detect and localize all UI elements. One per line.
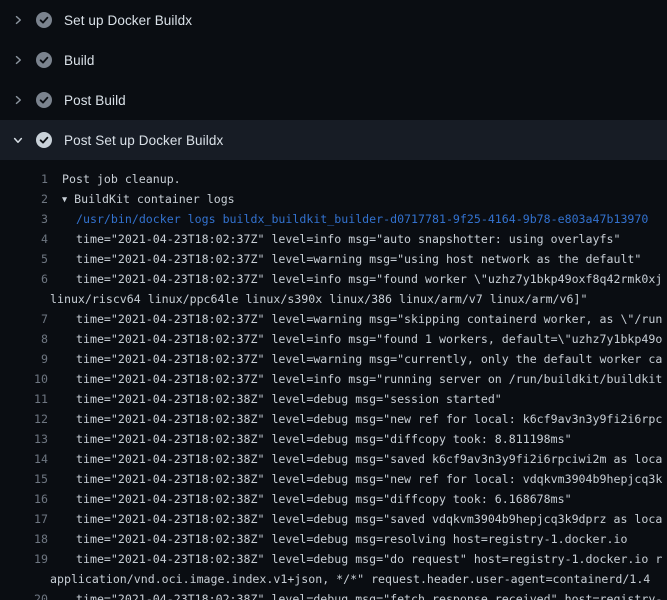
log-line: 12time="2021-04-23T18:02:38Z" level=debu… bbox=[0, 409, 667, 429]
log-text: time="2021-04-23T18:02:38Z" level=debug … bbox=[48, 392, 502, 406]
group-title-text: BuildKit container logs bbox=[74, 192, 235, 206]
log-text: time="2021-04-23T18:02:37Z" level=info m… bbox=[48, 272, 662, 286]
log-text: time="2021-04-23T18:02:37Z" level=warnin… bbox=[48, 352, 662, 366]
line-number[interactable]: 19 bbox=[0, 552, 48, 566]
step-label: Post Build bbox=[64, 93, 126, 108]
step-header-set-up-docker-buildx[interactable]: Set up Docker Buildx bbox=[0, 0, 667, 40]
log-text: time="2021-04-23T18:02:38Z" level=debug … bbox=[48, 512, 662, 526]
log-text: time="2021-04-23T18:02:37Z" level=warnin… bbox=[48, 252, 641, 266]
line-number[interactable]: 12 bbox=[0, 412, 48, 426]
line-number[interactable]: 2 bbox=[0, 192, 48, 206]
line-number[interactable]: 7 bbox=[0, 312, 48, 326]
log-text[interactable]: ▼ BuildKit container logs bbox=[48, 192, 235, 206]
workflow-log-viewer: Set up Docker Buildx Build Post Build Post … bbox=[0, 0, 667, 600]
log-line: 16time="2021-04-23T18:02:38Z" level=debu… bbox=[0, 489, 667, 509]
log-text: time="2021-04-23T18:02:38Z" level=debug … bbox=[48, 552, 662, 566]
step-label: Post Set up Docker Buildx bbox=[64, 133, 223, 148]
log-line: 14time="2021-04-23T18:02:38Z" level=debu… bbox=[0, 449, 667, 469]
line-number[interactable]: 4 bbox=[0, 232, 48, 246]
log-text: Post job cleanup. bbox=[48, 172, 181, 186]
line-number[interactable]: 5 bbox=[0, 252, 48, 266]
step-list: Set up Docker Buildx Build Post Build Post … bbox=[0, 0, 667, 160]
check-circle-icon bbox=[36, 132, 52, 148]
log-text: time="2021-04-23T18:02:38Z" level=debug … bbox=[48, 412, 662, 426]
line-number[interactable]: 11 bbox=[0, 392, 48, 406]
log-text: time="2021-04-23T18:02:37Z" level=info m… bbox=[48, 332, 662, 346]
check-circle-icon bbox=[36, 12, 52, 28]
line-number[interactable]: 18 bbox=[0, 532, 48, 546]
line-number[interactable]: 13 bbox=[0, 432, 48, 446]
log-command-text: /usr/bin/docker logs buildx_buildkit_bui… bbox=[48, 212, 648, 226]
step-header-build[interactable]: Build bbox=[0, 40, 667, 80]
log-line-wrap: application/vnd.oci.image.index.v1+json,… bbox=[0, 569, 667, 589]
log-text: time="2021-04-23T18:02:38Z" level=debug … bbox=[48, 532, 627, 546]
log-line: 1Post job cleanup. bbox=[0, 169, 667, 189]
log-line: 9time="2021-04-23T18:02:37Z" level=warni… bbox=[0, 349, 667, 369]
log-line: 4time="2021-04-23T18:02:37Z" level=info … bbox=[0, 229, 667, 249]
line-number[interactable]: 14 bbox=[0, 452, 48, 466]
line-number[interactable]: 16 bbox=[0, 492, 48, 506]
log-text: linux/riscv64 linux/ppc64le linux/s390x … bbox=[48, 292, 587, 306]
chevron-right-icon bbox=[12, 54, 24, 66]
chevron-down-icon bbox=[12, 134, 24, 146]
log-line: 20time="2021-04-23T18:02:38Z" level=debu… bbox=[0, 589, 667, 600]
log-line: 19time="2021-04-23T18:02:38Z" level=debu… bbox=[0, 549, 667, 569]
log-text: time="2021-04-23T18:02:38Z" level=debug … bbox=[48, 452, 662, 466]
log-line-wrap: linux/riscv64 linux/ppc64le linux/s390x … bbox=[0, 289, 667, 309]
log-text: time="2021-04-23T18:02:38Z" level=debug … bbox=[48, 592, 662, 600]
group-title: BuildKit container logs bbox=[67, 192, 235, 206]
chevron-right-icon bbox=[12, 94, 24, 106]
log-text: application/vnd.oci.image.index.v1+json,… bbox=[48, 572, 650, 586]
log-text: time="2021-04-23T18:02:38Z" level=debug … bbox=[48, 432, 572, 446]
log-line: 17time="2021-04-23T18:02:38Z" level=debu… bbox=[0, 509, 667, 529]
log-line: 2▼ BuildKit container logs bbox=[0, 189, 667, 209]
line-number[interactable]: 8 bbox=[0, 332, 48, 346]
step-header-post-build[interactable]: Post Build bbox=[0, 80, 667, 120]
log-text: time="2021-04-23T18:02:37Z" level=info m… bbox=[48, 232, 620, 246]
step-label: Set up Docker Buildx bbox=[64, 13, 192, 28]
log-line: 7time="2021-04-23T18:02:37Z" level=warni… bbox=[0, 309, 667, 329]
line-number[interactable]: 10 bbox=[0, 372, 48, 386]
log-line: 10time="2021-04-23T18:02:37Z" level=info… bbox=[0, 369, 667, 389]
log-line: 15time="2021-04-23T18:02:38Z" level=debu… bbox=[0, 469, 667, 489]
log-line: 3/usr/bin/docker logs buildx_buildkit_bu… bbox=[0, 209, 667, 229]
log-text: time="2021-04-23T18:02:38Z" level=debug … bbox=[48, 472, 662, 486]
line-number[interactable]: 20 bbox=[0, 592, 48, 600]
check-circle-icon bbox=[36, 92, 52, 108]
line-number[interactable]: 9 bbox=[0, 352, 48, 366]
log-text: time="2021-04-23T18:02:37Z" level=warnin… bbox=[48, 312, 662, 326]
log-body: 1Post job cleanup.2▼ BuildKit container … bbox=[0, 160, 667, 600]
log-line: 13time="2021-04-23T18:02:38Z" level=debu… bbox=[0, 429, 667, 449]
step-label: Build bbox=[64, 53, 95, 68]
line-number[interactable]: 15 bbox=[0, 472, 48, 486]
log-line: 11time="2021-04-23T18:02:38Z" level=debu… bbox=[0, 389, 667, 409]
line-number[interactable]: 17 bbox=[0, 512, 48, 526]
line-number[interactable]: 3 bbox=[0, 212, 48, 226]
log-line: 6time="2021-04-23T18:02:37Z" level=info … bbox=[0, 269, 667, 289]
log-line: 5time="2021-04-23T18:02:37Z" level=warni… bbox=[0, 249, 667, 269]
log-line: 18time="2021-04-23T18:02:38Z" level=debu… bbox=[0, 529, 667, 549]
log-text: time="2021-04-23T18:02:38Z" level=debug … bbox=[48, 492, 572, 506]
step-header-post-set-up-docker-buildx[interactable]: Post Set up Docker Buildx bbox=[0, 120, 667, 160]
line-number[interactable]: 1 bbox=[0, 172, 48, 186]
log-line: 8time="2021-04-23T18:02:37Z" level=info … bbox=[0, 329, 667, 349]
chevron-right-icon bbox=[12, 14, 24, 26]
check-circle-icon bbox=[36, 52, 52, 68]
line-number[interactable]: 6 bbox=[0, 272, 48, 286]
log-text: time="2021-04-23T18:02:37Z" level=info m… bbox=[48, 372, 662, 386]
